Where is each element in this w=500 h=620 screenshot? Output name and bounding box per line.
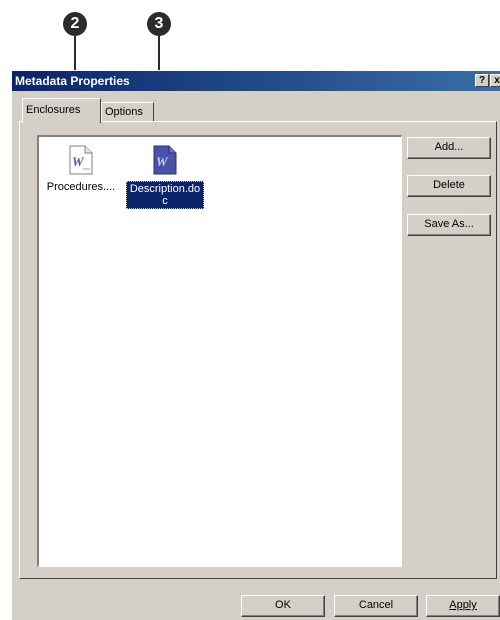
delete-button[interactable]: Delete	[407, 175, 491, 197]
file-item-description[interactable]: W Description.do c	[125, 145, 205, 209]
svg-text:W: W	[156, 154, 169, 169]
callout-number-2: 2	[63, 12, 87, 36]
file-label-description: Description.do c	[126, 181, 204, 209]
file-label-description-line1: Description.do	[129, 183, 201, 195]
tab-options[interactable]: Options	[101, 102, 154, 122]
word-document-icon: W	[69, 145, 93, 175]
title-bar[interactable]: Metadata Properties ? x	[12, 71, 500, 91]
add-button[interactable]: Add...	[407, 137, 491, 159]
word-document-icon: W	[153, 145, 177, 175]
apply-button[interactable]: Apply	[426, 595, 500, 617]
enclosures-file-list[interactable]: W Procedures.... W Description.do c	[37, 135, 402, 567]
window-title: Metadata Properties	[15, 74, 130, 88]
tab-enclosures[interactable]: Enclosures	[22, 98, 101, 123]
file-label-description-line2: c	[162, 195, 168, 207]
tab-enclosures-label: Enclosures	[26, 104, 81, 116]
file-item-procedures[interactable]: W Procedures....	[43, 145, 119, 193]
tab-options-label: Options	[105, 106, 143, 118]
svg-text:W: W	[72, 154, 85, 169]
close-button[interactable]: x	[490, 74, 500, 87]
callout-number-3: 3	[147, 12, 171, 36]
metadata-properties-dialog: Metadata Properties ? x Enclosures Optio…	[11, 70, 500, 620]
save-as-button[interactable]: Save As...	[407, 214, 491, 236]
ok-button[interactable]: OK	[241, 595, 325, 617]
apply-button-label: Apply	[449, 599, 477, 611]
cancel-button[interactable]: Cancel	[334, 595, 418, 617]
help-button[interactable]: ?	[475, 74, 489, 87]
file-label-procedures: Procedures....	[46, 181, 116, 193]
